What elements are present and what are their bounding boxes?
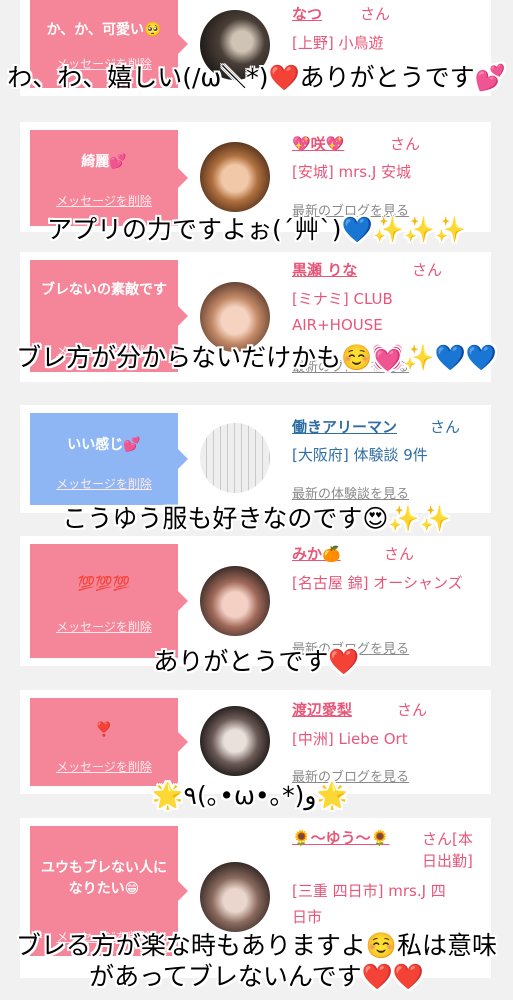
delete-message-link[interactable]: メッセージを削除 [30, 618, 178, 635]
shop-info: [名古屋 錦] オーシャンズ [292, 574, 463, 592]
message-text: いい感じ💕 [67, 437, 141, 453]
honorific: さん [360, 5, 391, 23]
honorific: さん [390, 135, 421, 153]
shop-info: [安城] mrs.J 安城 [292, 163, 412, 181]
user-name-link[interactable]: 働きアリーマン [292, 417, 397, 437]
shop-info: [大阪府] 体験談 9件 [292, 446, 428, 464]
avatar[interactable] [200, 706, 270, 776]
overlay-caption: ブレる方が楽な時もありますよ☺️私は意味があってブレないんです❤️❤️ [15, 931, 498, 991]
user-name-link[interactable]: なつ [292, 4, 322, 24]
message-text: ブレないの素敵です [41, 282, 167, 298]
user-name-link[interactable]: 💖咲💖 [292, 134, 344, 154]
user-name-link[interactable]: 渡辺愛梨 [292, 700, 352, 720]
honorific: さん [430, 418, 461, 436]
message-text: か、か、可愛い🥺 [46, 22, 162, 38]
message-text: 💯💯💯 [77, 576, 131, 592]
avatar[interactable] [200, 566, 270, 636]
avatar[interactable] [200, 862, 270, 932]
avatar[interactable] [200, 142, 270, 212]
user-name-link[interactable]: 黒瀬 りな [292, 260, 357, 280]
message-card: ❣️ メッセージを削除 渡辺愛梨 さん [中洲] Liebe Ort 最新のブロ… [20, 690, 491, 794]
overlay-caption: 🌟٩(｡•ω•｡*)و🌟 [152, 781, 348, 810]
overlay-caption: アプリの力ですよぉ(´艸`)💙✨✨✨ [46, 215, 467, 244]
message-text: ❣️ [95, 722, 113, 738]
message-card: いい感じ💕 メッセージを削除 働きアリーマン さん [大阪府] 体験談 9件 最… [20, 405, 491, 513]
honorific: さん[本日出勤] [422, 830, 473, 870]
honorific: さん [397, 701, 428, 719]
delete-message-link[interactable]: メッセージを削除 [30, 475, 178, 492]
shop-info: [上野] 小鳥遊 [292, 34, 384, 52]
delete-message-link[interactable]: メッセージを削除 [30, 192, 178, 209]
user-name-link[interactable]: 🌻〜ゆう〜🌻 [292, 828, 389, 848]
message-bubble: 綺麗💕 メッセージを削除 [30, 130, 188, 226]
honorific: さん [412, 261, 443, 279]
overlay-caption: わ、わ、嬉しい(/ω＼*)❤️ありがとうです💕 [7, 63, 506, 92]
message-text: ユウもブレない人になりたい😁 [41, 860, 167, 897]
delete-message-link[interactable]: メッセージを削除 [30, 758, 178, 775]
shop-info: [ミナミ] CLUB AIR+HOUSE [292, 290, 393, 334]
shop-info: [三重 四日市] mrs.J 四日市 [292, 882, 446, 926]
message-text: 綺麗💕 [81, 154, 127, 170]
shop-info: [中洲] Liebe Ort [292, 730, 408, 748]
honorific: さん [384, 545, 415, 563]
message-bubble: いい感じ💕 メッセージを削除 [30, 413, 188, 505]
avatar[interactable] [200, 423, 270, 493]
message-bubble: 💯💯💯 メッセージを削除 [30, 544, 188, 658]
message-bubble: ❣️ メッセージを削除 [30, 698, 188, 786]
latest-review-link[interactable]: 最新の体験談を見る [292, 483, 409, 502]
overlay-caption: ありがとうです❤️ [153, 647, 360, 676]
overlay-caption: こうゆう服も好きなのです😍✨✨ [62, 504, 451, 533]
overlay-caption: ブレ方が分からないだけかも☺️💓✨💙💙 [16, 343, 497, 372]
user-name-link[interactable]: みか🍊 [292, 544, 341, 564]
